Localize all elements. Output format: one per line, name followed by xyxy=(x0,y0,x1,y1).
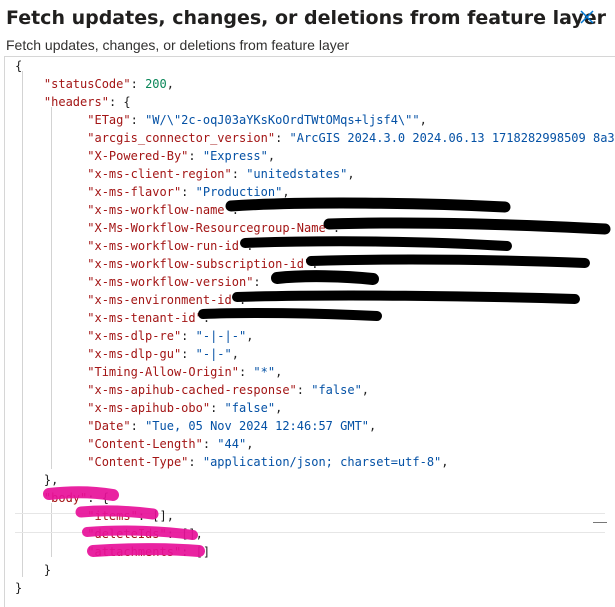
panel-title: Fetch updates, changes, or deletions fro… xyxy=(6,7,606,29)
highlight-deleteids-key xyxy=(82,525,198,540)
highlight-body-key xyxy=(43,486,119,501)
highlight-items-key xyxy=(75,505,159,520)
close-button[interactable] xyxy=(576,6,598,28)
json-output-viewer[interactable]: { "statusCode": 200, "headers": { "ETag"… xyxy=(4,56,615,607)
close-icon[interactable] xyxy=(580,10,594,24)
highlight-marks xyxy=(43,486,205,557)
highlight-attachments-key xyxy=(87,543,205,557)
panel-subtitle: Fetch updates, changes, or deletions fro… xyxy=(6,37,350,53)
